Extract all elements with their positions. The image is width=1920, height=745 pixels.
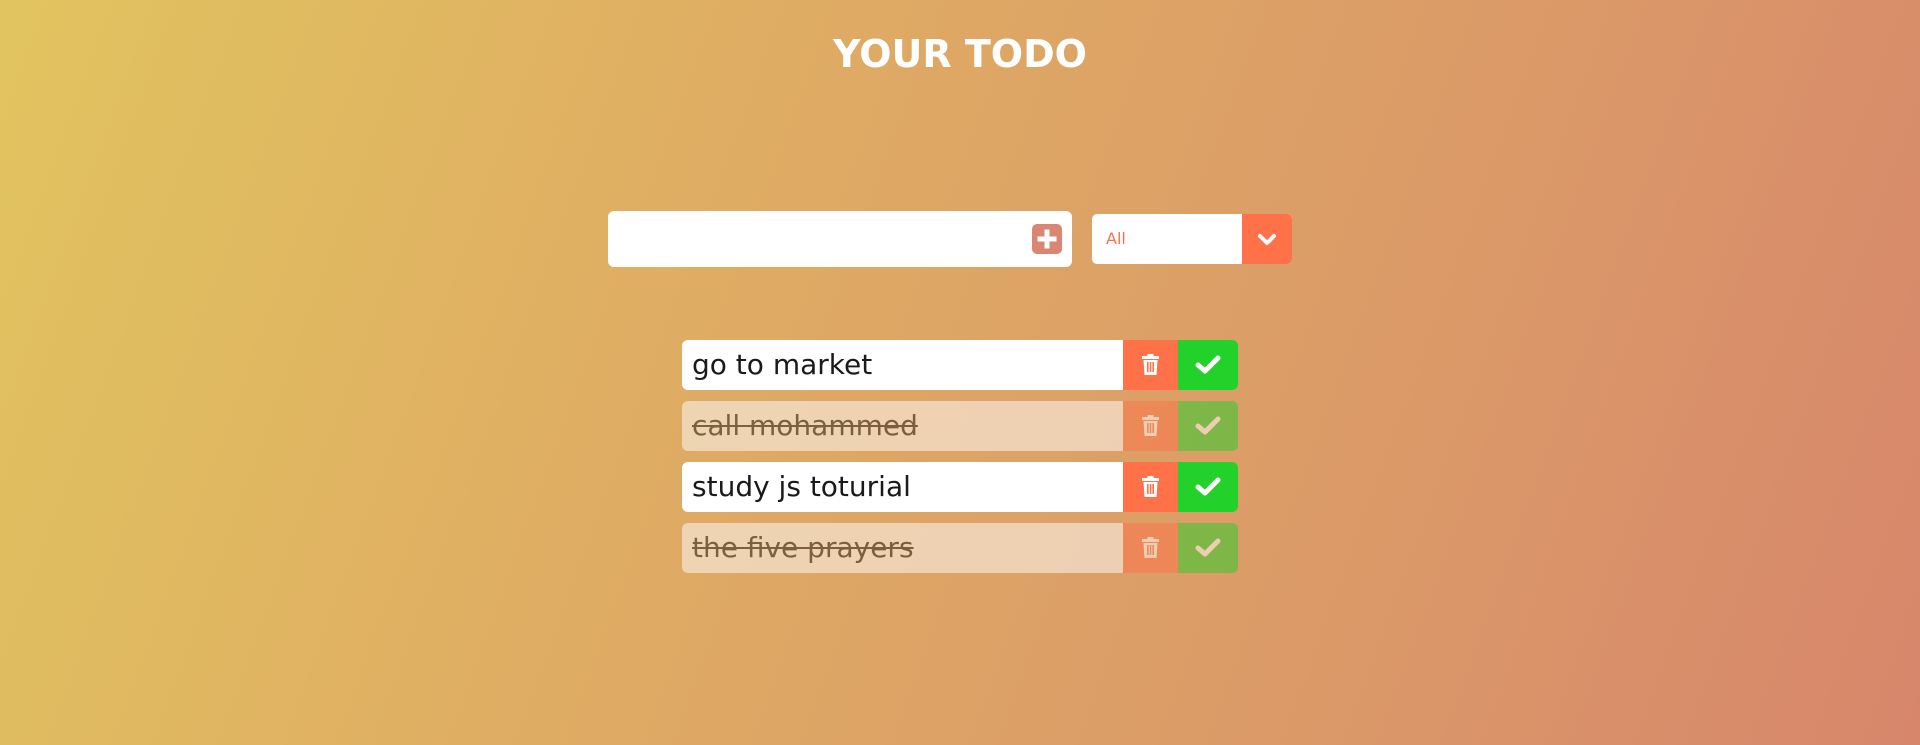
- trash-icon: [1142, 476, 1159, 497]
- chevron-down-icon: [1258, 234, 1276, 245]
- todo-list: go to market call mohammed study js totu…: [682, 340, 1238, 584]
- todo-text: study js toturial: [682, 462, 1123, 512]
- delete-todo-button[interactable]: [1123, 340, 1178, 390]
- complete-todo-button[interactable]: [1178, 401, 1238, 451]
- trash-icon: [1142, 537, 1159, 558]
- check-icon: [1195, 538, 1221, 557]
- todo-text: the five prayers: [682, 523, 1123, 573]
- todo-text: go to market: [682, 340, 1123, 390]
- add-todo-form: [608, 211, 1072, 267]
- delete-todo-button[interactable]: [1123, 523, 1178, 573]
- complete-todo-button[interactable]: [1178, 462, 1238, 512]
- filter-selected-value: All: [1106, 229, 1126, 248]
- todo-item-completed: the five prayers: [682, 523, 1238, 573]
- delete-todo-button[interactable]: [1123, 401, 1178, 451]
- todo-item: go to market: [682, 340, 1238, 390]
- add-todo-button[interactable]: [1032, 224, 1062, 254]
- check-icon: [1195, 355, 1221, 374]
- todo-text: call mohammed: [682, 401, 1123, 451]
- todo-item: study js toturial: [682, 462, 1238, 512]
- filter-select[interactable]: All: [1092, 214, 1292, 264]
- trash-icon: [1142, 354, 1159, 375]
- filter-dropdown-button[interactable]: [1242, 214, 1292, 264]
- check-icon: [1195, 416, 1221, 435]
- check-icon: [1195, 477, 1221, 496]
- complete-todo-button[interactable]: [1178, 340, 1238, 390]
- page-title: YOUR TODO: [833, 32, 1087, 76]
- complete-todo-button[interactable]: [1178, 523, 1238, 573]
- trash-icon: [1142, 415, 1159, 436]
- plus-square-icon: [1037, 229, 1057, 249]
- todo-item-completed: call mohammed: [682, 401, 1238, 451]
- delete-todo-button[interactable]: [1123, 462, 1178, 512]
- todo-input[interactable]: [608, 211, 1018, 267]
